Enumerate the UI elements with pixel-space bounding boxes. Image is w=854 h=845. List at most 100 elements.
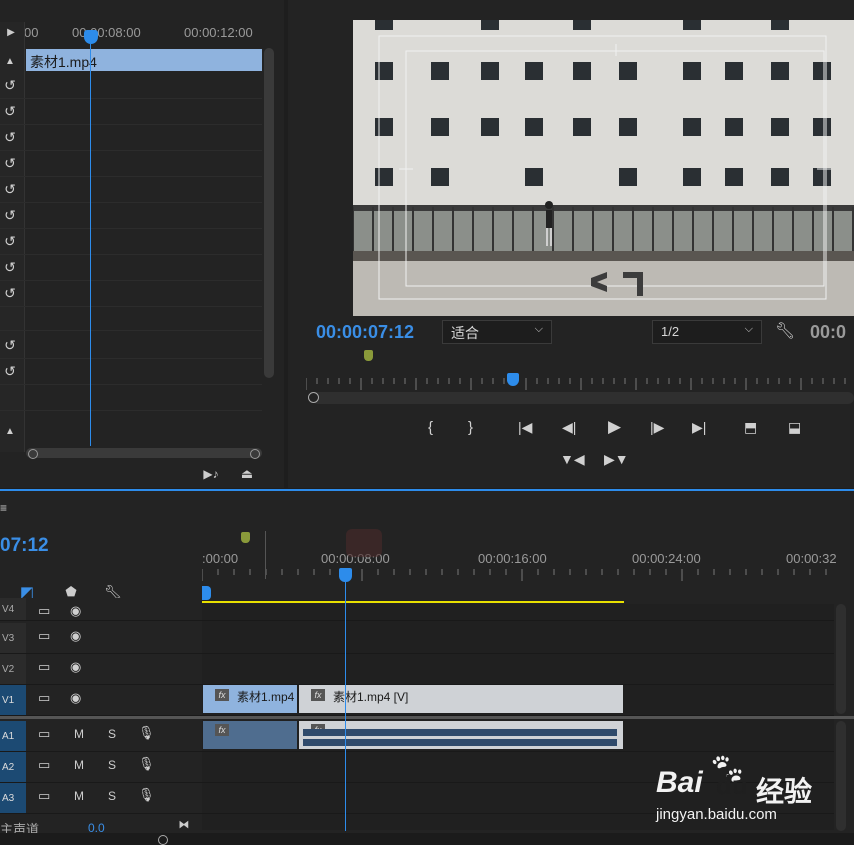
undo-icon[interactable]: ↺	[0, 282, 20, 304]
track-header-v1[interactable]: V1 ▭ ◉	[0, 685, 202, 715]
undo-icon[interactable]: ↺	[0, 204, 20, 226]
window-shape	[771, 118, 789, 136]
microphone-icon[interactable]: 🎙︎	[138, 787, 155, 803]
track-header-v2[interactable]: V2 ▭ ◉	[0, 654, 202, 684]
clip-a1-b[interactable]: fx	[299, 721, 623, 749]
source-ruler[interactable]: 00 00:00:08:00 00:00:12:00	[0, 22, 284, 46]
undo-icon[interactable]: ↺	[0, 100, 20, 122]
track-header-a3[interactable]: A3 ▭ M S 🎙︎	[0, 783, 202, 813]
waveform-bar-2	[303, 739, 617, 746]
undo-icon[interactable]: ↺	[0, 360, 20, 382]
track-target-a1[interactable]: A1	[0, 721, 26, 751]
source-clip-bar[interactable]: 素材1.mp4	[26, 49, 262, 71]
track-header-a1[interactable]: A1 ▭ M S 🎙︎	[0, 721, 202, 751]
timeline-hscroll-handle[interactable]	[158, 835, 168, 845]
mark-in-icon[interactable]: {	[428, 419, 433, 436]
play-triangle-icon[interactable]: ▶	[4, 25, 18, 39]
fx-badge: fx	[215, 689, 229, 701]
step-forward-icon[interactable]: |▶	[650, 419, 664, 436]
fit-dropdown[interactable]: 适合 ⌵	[442, 320, 552, 344]
program-zoom-bar[interactable]	[312, 392, 854, 404]
program-ruler[interactable]	[305, 374, 854, 392]
mute-button[interactable]: M	[74, 758, 84, 772]
sync-lock-icon[interactable]: ▭	[38, 628, 50, 644]
play-icon[interactable]: ▶	[608, 417, 621, 437]
overwrite-icon[interactable]: ▶▼	[604, 451, 629, 468]
clip-v1-a[interactable]: fx 素材1.mp4	[203, 685, 297, 713]
collapse-up-icon[interactable]: ▲	[0, 50, 20, 72]
sync-lock-icon[interactable]: ▭	[38, 603, 50, 619]
video-audio-separator[interactable]	[0, 716, 854, 719]
resolution-dropdown[interactable]: 1/2 ⌵	[652, 320, 762, 344]
eye-icon[interactable]: ◉	[70, 690, 81, 706]
timeline-hscroll[interactable]	[0, 833, 854, 845]
window-shape	[813, 168, 831, 186]
solo-button[interactable]: S	[108, 789, 116, 803]
track-header-v4[interactable]: V4 ▭ ◉	[0, 598, 202, 620]
track-target-a3[interactable]: A3	[0, 783, 26, 813]
clip-v1-b[interactable]: fx 素材1.mp4 [V]	[299, 685, 623, 713]
track-target-v1[interactable]: V1	[0, 685, 26, 715]
track-header-v3[interactable]: V3 ▭ ◉	[0, 623, 202, 653]
track-target-a2[interactable]: A2	[0, 752, 26, 782]
track-target-v3[interactable]: V3	[0, 623, 26, 653]
clip-a1-a[interactable]: fx	[203, 721, 297, 749]
program-video-frame[interactable]	[353, 20, 854, 316]
microphone-icon[interactable]: 🎙︎	[138, 725, 155, 741]
sync-lock-icon[interactable]: ▭	[38, 690, 50, 706]
audio-send-icon[interactable]: ▶♪	[200, 466, 222, 482]
track-header-a2[interactable]: A2 ▭ M S 🎙︎	[0, 752, 202, 782]
extract-icon[interactable]: ⬓	[788, 419, 801, 436]
timeline-timecode[interactable]: 07:12	[0, 535, 49, 557]
sync-lock-icon[interactable]: ▭	[38, 726, 50, 742]
export-frame-icon[interactable]: ⏏	[236, 466, 258, 482]
undo-icon[interactable]: ↺	[0, 256, 20, 278]
source-vscroll[interactable]	[264, 48, 274, 378]
in-point-marker[interactable]	[364, 350, 373, 361]
undo-icon[interactable]: ↺	[0, 74, 20, 96]
step-back-icon[interactable]: ◀|	[562, 419, 576, 436]
window-shape	[683, 168, 701, 186]
solo-button[interactable]: S	[108, 727, 116, 741]
panel-menu-icon[interactable]: ≡	[0, 501, 7, 515]
eye-icon[interactable]: ◉	[70, 628, 81, 644]
program-timecode[interactable]: 00:00:07:12	[316, 322, 414, 343]
timeline-vscroll-top[interactable]	[836, 604, 846, 714]
mark-out-icon[interactable]: }	[468, 419, 473, 436]
mute-button[interactable]: M	[74, 789, 84, 803]
microphone-icon[interactable]: 🎙︎	[138, 756, 155, 772]
eye-icon[interactable]: ◉	[70, 659, 81, 675]
go-to-out-icon[interactable]: ▶|	[692, 419, 706, 436]
wrench-icon[interactable]: 🔧︎	[774, 320, 796, 342]
collapse-up-icon-2[interactable]: ▲	[0, 420, 20, 442]
eye-icon[interactable]: ◉	[70, 603, 81, 619]
track-target-v4[interactable]: V4	[0, 598, 26, 620]
work-area-start[interactable]	[202, 586, 211, 600]
source-hscroll-handle-right[interactable]	[250, 449, 260, 459]
undo-icon[interactable]: ↺	[0, 178, 20, 200]
track-target-v2[interactable]: V2	[0, 654, 26, 684]
undo-icon[interactable]: ↺	[0, 230, 20, 252]
insert-icon[interactable]: ▼◀	[560, 451, 585, 468]
timeline-in-marker[interactable]	[241, 532, 250, 543]
solo-button[interactable]: S	[108, 758, 116, 772]
source-row-line	[0, 330, 262, 331]
source-hscroll-handle-left[interactable]	[28, 449, 38, 459]
undo-icon[interactable]: ↺	[0, 334, 20, 356]
source-playhead-head[interactable]	[84, 30, 98, 44]
timeline-playhead-line	[345, 579, 346, 831]
source-hscroll[interactable]	[26, 448, 262, 458]
go-to-in-icon[interactable]: |◀	[518, 419, 532, 436]
program-zoom-handle[interactable]	[308, 392, 319, 403]
lift-icon[interactable]: ⬒	[744, 419, 757, 436]
bowtie-icon[interactable]: ⧓	[176, 817, 192, 831]
mute-button[interactable]: M	[74, 727, 84, 741]
undo-icon[interactable]: ↺	[0, 152, 20, 174]
undo-icon[interactable]: ↺	[0, 126, 20, 148]
work-area-bar[interactable]	[202, 601, 624, 603]
sync-lock-icon[interactable]: ▭	[38, 659, 50, 675]
timeline-ruler[interactable]: :00:00 00:00:08:00 00:00:16:00 00:00:24:…	[201, 535, 837, 581]
sync-lock-icon[interactable]: ▭	[38, 788, 50, 804]
sync-lock-icon[interactable]: ▭	[38, 757, 50, 773]
program-playhead-head[interactable]	[507, 373, 519, 386]
